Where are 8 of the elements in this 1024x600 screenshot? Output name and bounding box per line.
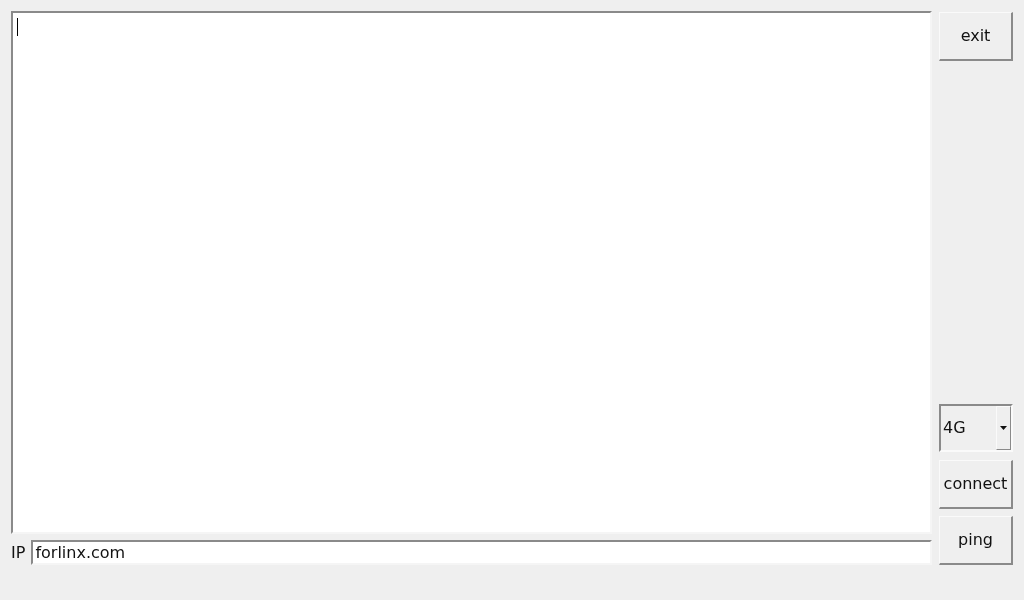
ping-button[interactable]: ping: [939, 516, 1013, 565]
dropdown-arrow-icon: [1000, 426, 1007, 430]
connect-button[interactable]: connect: [939, 460, 1013, 509]
exit-button[interactable]: exit: [939, 12, 1013, 61]
log-text-area[interactable]: [11, 11, 932, 534]
ip-label: IP: [11, 541, 26, 564]
ip-input-field[interactable]: forlinx.com: [31, 540, 932, 565]
mode-dropdown[interactable]: 4G: [939, 404, 1013, 452]
